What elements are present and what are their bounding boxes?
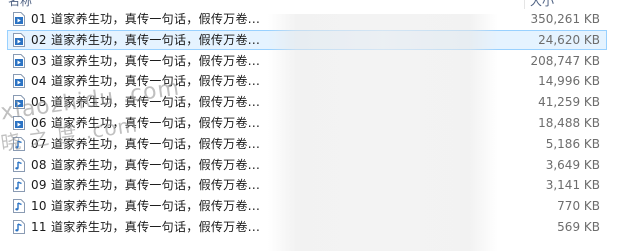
file-row[interactable]: 09 道家养生功，真传一句话，假传万卷... 3,141 KB <box>8 176 606 194</box>
file-name: 03 道家养生功，真传一句话，假传万卷... <box>31 54 261 68</box>
file-row[interactable]: 08 道家养生功，真传一句话，假传万卷... 3,649 KB <box>8 156 606 174</box>
file-size: 3,649 KB <box>545 158 600 172</box>
column-divider[interactable] <box>524 0 525 9</box>
file-size: 350,261 KB <box>530 12 600 26</box>
file-size: 3,141 KB <box>545 178 600 192</box>
file-name: 02 道家养生功，真传一句话，假传万卷... <box>31 33 261 47</box>
file-name: 01 道家养生功，真传一句话，假传万卷... <box>31 12 261 26</box>
file-size: 24,620 KB <box>538 33 600 47</box>
file-row[interactable]: 11 道家养生功，真传一句话，假传万卷... 569 KB <box>8 218 606 236</box>
video-file-icon <box>13 12 25 26</box>
redacted-blur-region <box>268 14 498 251</box>
file-row[interactable]: 07 道家养生功，真传一句话，假传万卷... 5,186 KB <box>8 135 606 153</box>
file-size: 770 KB <box>557 199 600 213</box>
file-size: 5,186 KB <box>545 137 600 151</box>
file-name: 08 道家养生功，真传一句话，假传万卷... <box>31 158 261 172</box>
file-row[interactable]: 05 道家养生功，真传一句话，假传万卷... 41,259 KB <box>8 93 606 111</box>
file-row[interactable]: 06 道家养生功，真传一句话，假传万卷... 18,488 KB <box>8 114 606 132</box>
file-name: 04 道家养生功，真传一句话，假传万卷... <box>31 74 261 88</box>
video-file-icon <box>13 33 25 47</box>
video-file-icon <box>13 74 25 88</box>
video-file-icon <box>13 116 25 130</box>
column-header: 名称 大小 <box>0 0 633 9</box>
file-size: 569 KB <box>557 220 600 234</box>
audio-file-icon <box>13 178 25 192</box>
file-row[interactable]: 01 道家养生功，真传一句话，假传万卷... 350,261 KB <box>8 10 606 28</box>
file-name: 07 道家养生功，真传一句话，假传万卷... <box>31 137 261 151</box>
column-header-name[interactable]: 名称 <box>8 0 32 9</box>
audio-file-icon <box>13 220 25 234</box>
video-file-icon <box>13 54 25 68</box>
file-row[interactable]: 10 道家养生功，真传一句话，假传万卷... 770 KB <box>8 197 606 215</box>
file-size: 208,747 KB <box>530 54 600 68</box>
file-row[interactable]: 02 道家养生功，真传一句话，假传万卷... 24,620 KB <box>7 30 607 50</box>
file-name: 11 道家养生功，真传一句话，假传万卷... <box>31 220 261 234</box>
audio-file-icon <box>13 158 25 172</box>
file-name: 05 道家养生功，真传一句话，假传万卷... <box>31 95 261 109</box>
file-size: 18,488 KB <box>538 116 600 130</box>
file-row[interactable]: 03 道家养生功，真传一句话，假传万卷... 208,747 KB <box>8 52 606 70</box>
file-size: 14,996 KB <box>538 74 600 88</box>
file-size: 41,259 KB <box>538 95 600 109</box>
file-explorer-list: 名称 大小 01 道家养生功，真传一句话，假传万卷... 350,261 KB 02… <box>0 0 633 251</box>
file-name: 06 道家养生功，真传一句话，假传万卷... <box>31 116 261 130</box>
file-name: 09 道家养生功，真传一句话，假传万卷... <box>31 178 261 192</box>
audio-file-icon <box>13 199 25 213</box>
file-row[interactable]: 04 道家养生功，真传一句话，假传万卷... 14,996 KB <box>8 72 606 90</box>
video-file-icon <box>13 95 25 109</box>
file-name: 10 道家养生功，真传一句话，假传万卷... <box>31 199 261 213</box>
column-header-size[interactable]: 大小 <box>530 0 554 9</box>
audio-file-icon <box>13 137 25 151</box>
